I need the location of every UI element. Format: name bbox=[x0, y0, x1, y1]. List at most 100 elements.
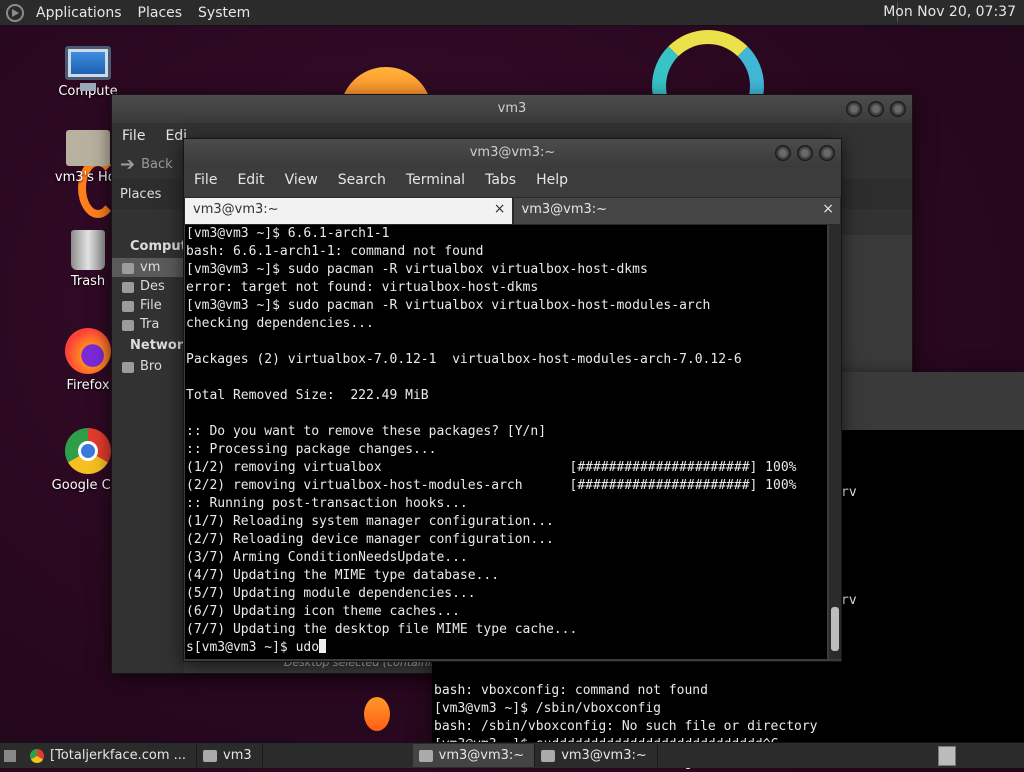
menu-edit[interactable]: Edit bbox=[227, 172, 274, 188]
tab-terminal-1[interactable]: vm3@vm3:~ × bbox=[184, 197, 513, 225]
clock[interactable]: Mon Nov 20, 07:37 bbox=[883, 4, 1016, 20]
desktop-icon-label: Trash bbox=[70, 274, 106, 289]
terminal-line: (2/7) Reloading device manager configura… bbox=[186, 532, 554, 547]
prompt-text: s[vm3@vm3 ~]$ udo bbox=[186, 640, 320, 655]
terminal-icon bbox=[418, 749, 433, 762]
terminal-output[interactable]: [vm3@vm3 ~]$ 6.6.1-arch1-1 bash: 6.6.1-ar… bbox=[185, 225, 827, 659]
menu-terminal[interactable]: Terminal bbox=[396, 172, 475, 188]
menu-help[interactable]: Help bbox=[526, 172, 578, 188]
sidebar-item-trash[interactable]: Tra bbox=[112, 315, 184, 334]
terminal-menubar: File Edit View Search Terminal Tabs Help bbox=[184, 167, 841, 193]
terminal-line: :: Running post-transaction hooks... bbox=[186, 496, 468, 511]
terminal-line: (7/7) Updating the desktop file MIME typ… bbox=[186, 622, 578, 637]
back-arrow-icon[interactable]: ➔ bbox=[120, 154, 135, 175]
taskbar-item-label: [Totaljerkface.com ... bbox=[50, 748, 187, 763]
terminal-line: (1/2) removing virtualbox [#############… bbox=[186, 460, 797, 475]
window-title: vm3 bbox=[497, 101, 527, 116]
terminal-prompt-line[interactable]: s[vm3@vm3 ~]$ udo bbox=[185, 639, 827, 657]
firefox-icon bbox=[65, 328, 111, 374]
menu-file[interactable]: File bbox=[184, 172, 227, 188]
minimize-button[interactable] bbox=[846, 101, 862, 117]
terminal-line: (3/7) Arming ConditionNeedsUpdate... bbox=[186, 550, 468, 565]
trash-icon bbox=[71, 230, 105, 270]
desktop-icon-label: Firefox bbox=[66, 378, 110, 393]
sidebar-item-home[interactable]: vm bbox=[112, 258, 184, 277]
file-manager-sidebar: Compute vm Des File Tra Network Bro bbox=[112, 235, 196, 673]
close-button[interactable] bbox=[890, 101, 906, 117]
tab-label: vm3@vm3:~ bbox=[521, 202, 608, 217]
terminal-line: Total Removed Size: 222.49 MiB bbox=[186, 388, 429, 403]
taskbar-item-chrome[interactable]: [Totaljerkface.com ... bbox=[24, 744, 198, 767]
menu-file[interactable]: File bbox=[112, 128, 155, 144]
workspace-switcher-icon[interactable] bbox=[938, 746, 956, 766]
taskbar-item-terminal-1[interactable]: vm3@vm3:~ bbox=[412, 744, 536, 767]
terminal-line: :: Do you want to remove these packages?… bbox=[186, 424, 547, 439]
maximize-button[interactable] bbox=[868, 101, 884, 117]
terminal-tabbar: vm3@vm3:~ × vm3@vm3:~ × bbox=[184, 197, 841, 225]
menu-system[interactable]: System bbox=[190, 5, 258, 21]
terminal-line: bash: vboxconfig: command not found bbox=[434, 683, 708, 698]
show-desktop-icon[interactable] bbox=[4, 749, 16, 762]
maximize-button[interactable] bbox=[797, 145, 813, 161]
menu-applications[interactable]: Applications bbox=[28, 5, 130, 21]
minimize-button[interactable] bbox=[775, 145, 791, 161]
desktop-icon-computer[interactable]: Compute bbox=[38, 46, 138, 99]
menu-tabs[interactable]: Tabs bbox=[475, 172, 526, 188]
terminal-line: bash: /sbin/vboxconfig: No such file or … bbox=[434, 719, 818, 734]
bottom-taskbar: [Totaljerkface.com ... vm3 vm3@vm3:~ vm3… bbox=[0, 742, 1024, 768]
text-cursor bbox=[319, 639, 327, 653]
scrollbar-thumb[interactable] bbox=[831, 607, 839, 651]
terminal-line: [vm3@vm3 ~]$ 6.6.1-arch1-1 bbox=[186, 226, 390, 241]
file-manager-titlebar[interactable]: vm3 bbox=[112, 95, 912, 123]
close-icon[interactable]: × bbox=[494, 201, 506, 217]
menu-search[interactable]: Search bbox=[328, 172, 396, 188]
terminal-line: checking dependencies... bbox=[186, 316, 374, 331]
places-label[interactable]: Places bbox=[112, 187, 190, 202]
taskbar-item-label: vm3 bbox=[223, 748, 252, 763]
terminal-line: :: Processing package changes... bbox=[186, 442, 437, 457]
tab-label: vm3@vm3:~ bbox=[193, 202, 279, 217]
terminal-scrollbar[interactable] bbox=[829, 225, 841, 659]
close-button[interactable] bbox=[819, 145, 835, 161]
mate-logo-icon[interactable] bbox=[6, 3, 24, 22]
wallpaper-drop-shape bbox=[364, 697, 390, 731]
terminal-titlebar[interactable]: vm3@vm3:~ bbox=[184, 139, 841, 167]
taskbar-item-label: vm3@vm3:~ bbox=[561, 748, 647, 763]
terminal-line: [vm3@vm3 ~]$ /sbin/vboxconfig bbox=[434, 701, 661, 716]
sidebar-item-filesystem[interactable]: File bbox=[112, 296, 184, 315]
terminal-line: (2/2) removing virtualbox-host-modules-a… bbox=[186, 478, 797, 493]
tab-terminal-2[interactable]: vm3@vm3:~ × bbox=[512, 197, 841, 225]
terminal-line: (4/7) Updating the MIME type database... bbox=[186, 568, 500, 583]
taskbar-item-file-manager[interactable]: vm3 bbox=[197, 744, 263, 767]
terminal-line: (5/7) Updating module dependencies... bbox=[186, 586, 476, 601]
chrome-icon bbox=[65, 428, 111, 474]
sidebar-header-computer: Compute bbox=[130, 239, 196, 254]
terminal-line: [vm3@vm3 ~]$ sudo pacman -R virtualbox v… bbox=[186, 298, 711, 313]
taskbar-item-terminal-2[interactable]: vm3@vm3:~ bbox=[535, 744, 658, 767]
terminal-line: Packages (2) virtualbox-7.0.12-1 virtual… bbox=[186, 352, 742, 367]
sidebar-header-network: Network bbox=[130, 338, 192, 353]
terminal-window[interactable]: vm3@vm3:~ File Edit View Search Terminal… bbox=[183, 138, 842, 662]
terminal-icon bbox=[541, 749, 556, 762]
terminal-line: (1/7) Reloading system manager configura… bbox=[186, 514, 554, 529]
terminal-line: [vm3@vm3 ~]$ sudo pacman -R virtualbox v… bbox=[186, 262, 648, 277]
sidebar-item-browse-network[interactable]: Bro bbox=[112, 357, 184, 376]
taskbar-item-label: vm3@vm3:~ bbox=[438, 748, 525, 763]
close-icon[interactable]: × bbox=[822, 201, 834, 217]
terminal-line: (6/7) Updating icon theme caches... bbox=[186, 604, 460, 619]
sidebar-item-desktop[interactable]: Des bbox=[112, 277, 184, 296]
back-button[interactable]: Back bbox=[141, 157, 173, 172]
window-title: vm3@vm3:~ bbox=[469, 145, 556, 160]
terminal-line: error: target not found: virtualbox-host… bbox=[186, 280, 539, 295]
menu-view[interactable]: View bbox=[275, 172, 328, 188]
chrome-icon bbox=[30, 748, 44, 763]
terminal-line: bash: 6.6.1-arch1-1: command not found bbox=[186, 244, 484, 259]
home-folder-icon bbox=[66, 130, 110, 166]
top-panel: Applications Places System Mon Nov 20, 0… bbox=[0, 0, 1024, 26]
folder-icon bbox=[203, 749, 218, 762]
menu-places[interactable]: Places bbox=[130, 5, 191, 21]
